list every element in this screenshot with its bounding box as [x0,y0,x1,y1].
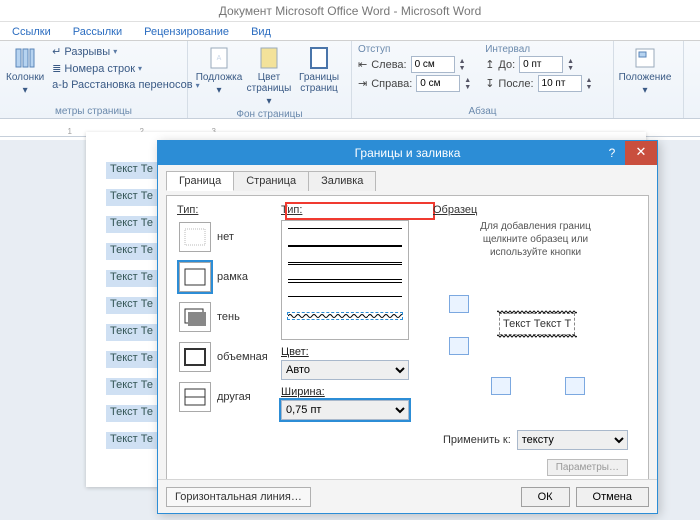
page-color-button[interactable]: Цвет страницы▾ [244,44,294,107]
options-button[interactable]: Параметры… [547,459,628,476]
page-setup-group-label: метры страницы [6,106,181,117]
paragraph-group-label: Абзац [358,106,607,117]
tab-links[interactable]: Ссылки [8,24,55,40]
spacing-before-input[interactable] [519,56,563,73]
border-type-custom[interactable]: другая [177,380,273,414]
breaks-button[interactable]: ↵Разрывы▾ [50,44,201,59]
preview-left-button[interactable] [491,377,511,395]
spacing-after-input[interactable] [538,75,582,92]
tab-review[interactable]: Рецензирование [140,24,233,40]
tab-fill[interactable]: Заливка [308,171,376,191]
indent-right-icon: ⇥ [358,77,367,90]
ribbon: Колонки▾ ↵Разрывы▾ ≣Номера строк▾ a-bРас… [0,41,700,119]
sample-hint: Для добавления границ щелкните образец и… [467,220,605,259]
borders-shading-dialog: Границы и заливка ? ✕ Граница Страница З… [157,140,658,514]
indent-right-input[interactable] [416,75,460,92]
border-type-box[interactable]: рамка [177,260,273,294]
preview-area[interactable]: Текст Текст Т [433,269,638,389]
dialog-titlebar[interactable]: Границы и заливка ? ✕ [158,141,657,165]
spacing-after-icon: ↧ [485,77,494,90]
svg-text:A: A [217,55,222,62]
border-color-select[interactable]: Авто [281,360,409,380]
preview-text: Текст Текст Т [499,313,575,335]
preview-top-button[interactable] [449,295,469,313]
hyphen-icon: a-b [52,79,68,91]
preview-bottom-button[interactable] [449,337,469,355]
dialog-tabs: Граница Страница Заливка [166,171,649,191]
hyphenation-button[interactable]: a-bРасстановка переносов▾ [50,78,201,92]
columns-button[interactable]: Колонки▾ [6,44,44,96]
tab-page[interactable]: Страница [233,171,309,191]
line-numbers-button[interactable]: ≣Номера строк▾ [50,61,201,76]
watermark-button[interactable]: A Подложка▾ [194,44,244,107]
type-label: Тип: [177,204,273,216]
apply-to-select[interactable]: тексту [517,430,628,450]
sample-label: Образец [433,204,638,216]
ribbon-tabs: Ссылки Рассылки Рецензирование Вид [0,22,700,41]
close-button[interactable]: ✕ [625,141,657,165]
breaks-icon: ↵ [52,45,61,58]
help-button[interactable]: ? [599,141,625,165]
app-title: Документ Microsoft Office Word - Microso… [0,0,700,22]
page-background-group-label: Фон страницы [194,109,345,120]
border-type-3d[interactable]: объемная [177,340,273,374]
color-label: Цвет: [281,346,309,358]
spacing-before-icon: ↥ [485,58,494,71]
tab-border[interactable]: Граница [166,171,234,191]
cancel-button[interactable]: Отмена [576,487,649,507]
position-button[interactable]: Положение▾ [620,44,670,96]
indent-label: Отступ [358,44,471,55]
linenum-icon: ≣ [52,62,61,75]
indent-left-spinner[interactable]: ▲▼ [459,58,466,72]
border-type-shadow[interactable]: тень [177,300,273,334]
border-width-select[interactable]: 0,75 пт [281,400,409,420]
horizontal-line-button[interactable]: Горизонтальная линия… [166,487,311,507]
border-type-none[interactable]: нет [177,220,273,254]
page-borders-button[interactable]: Границы страниц [294,44,344,107]
style-label: Тип: [281,204,425,216]
tab-view[interactable]: Вид [247,24,275,40]
indent-left-input[interactable] [411,56,455,73]
border-style-list[interactable] [281,220,409,340]
indent-right-spinner[interactable]: ▲▼ [464,77,471,91]
indent-left-icon: ⇤ [358,58,367,71]
spacing-after-spinner[interactable]: ▲▼ [586,77,593,91]
spacing-label: Интервал [485,44,592,55]
tab-mailings[interactable]: Рассылки [69,24,126,40]
width-label: Ширина: [281,386,325,398]
ok-button[interactable]: ОК [521,487,570,507]
apply-to-label: Применить к: [443,434,511,446]
preview-right-button[interactable] [565,377,585,395]
spacing-before-spinner[interactable]: ▲▼ [567,58,574,72]
dialog-title: Границы и заливка [355,146,461,160]
